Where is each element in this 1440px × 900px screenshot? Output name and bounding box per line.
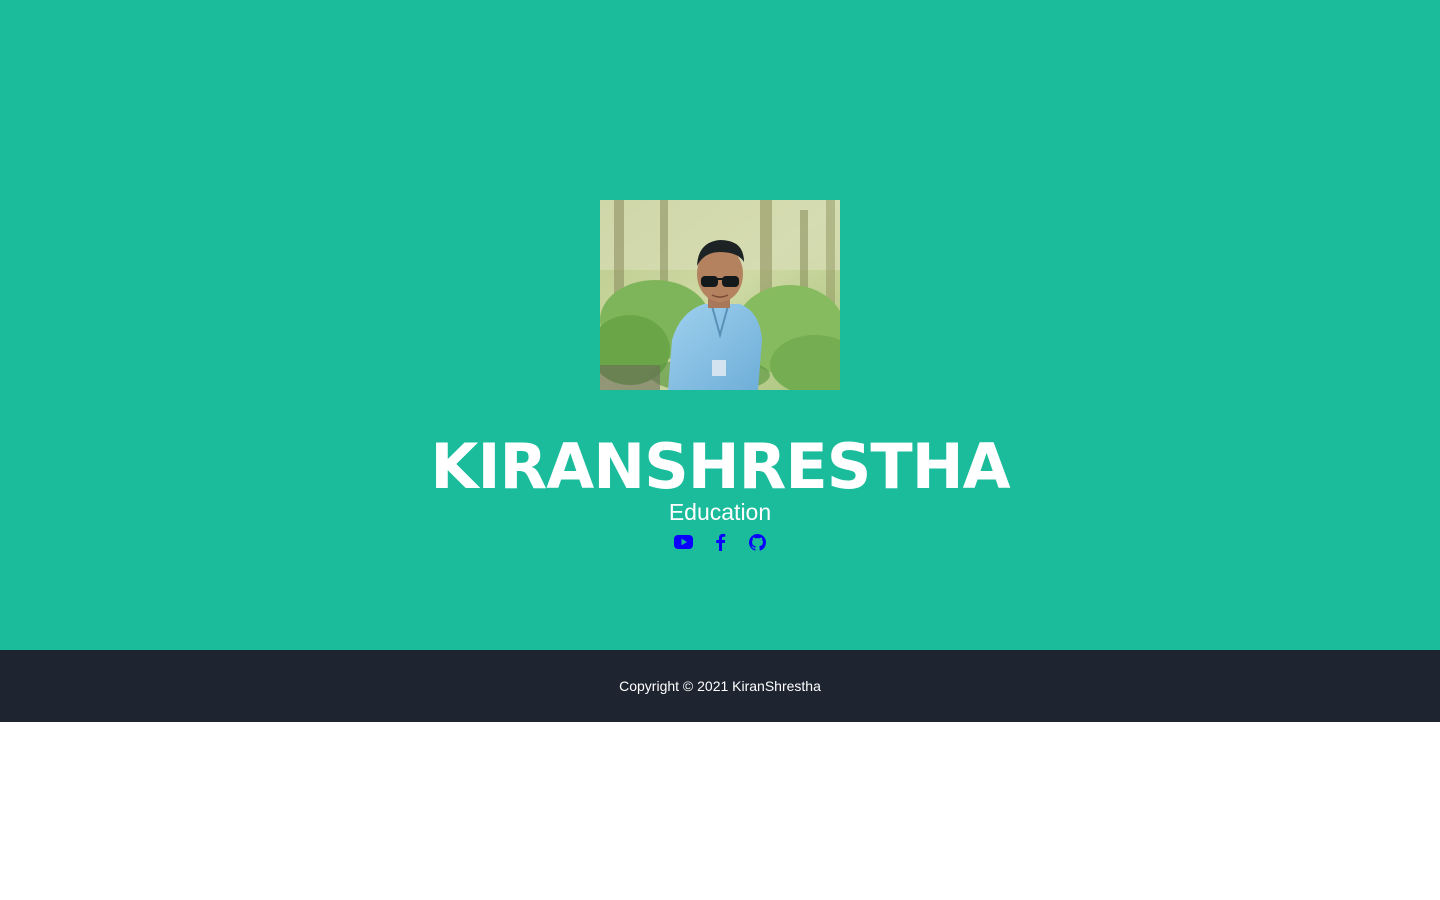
footer: Copyright © 2021 KiranShrestha	[0, 650, 1440, 722]
facebook-link[interactable]	[711, 531, 730, 553]
github-link[interactable]	[748, 531, 767, 553]
masthead: KIRANSHRESTHA Education	[0, 0, 1440, 650]
social-links	[0, 530, 1440, 554]
facebook-icon	[715, 533, 725, 551]
hero-subtitle: Education	[668, 499, 772, 525]
hero-name: KIRANSHRESTHA	[430, 430, 1010, 503]
profile-photo	[600, 200, 840, 390]
youtube-icon	[673, 535, 693, 549]
youtube-link[interactable]	[673, 531, 693, 553]
copyright-text: Copyright © 2021 KiranShrestha	[619, 678, 821, 694]
github-icon	[748, 533, 766, 551]
